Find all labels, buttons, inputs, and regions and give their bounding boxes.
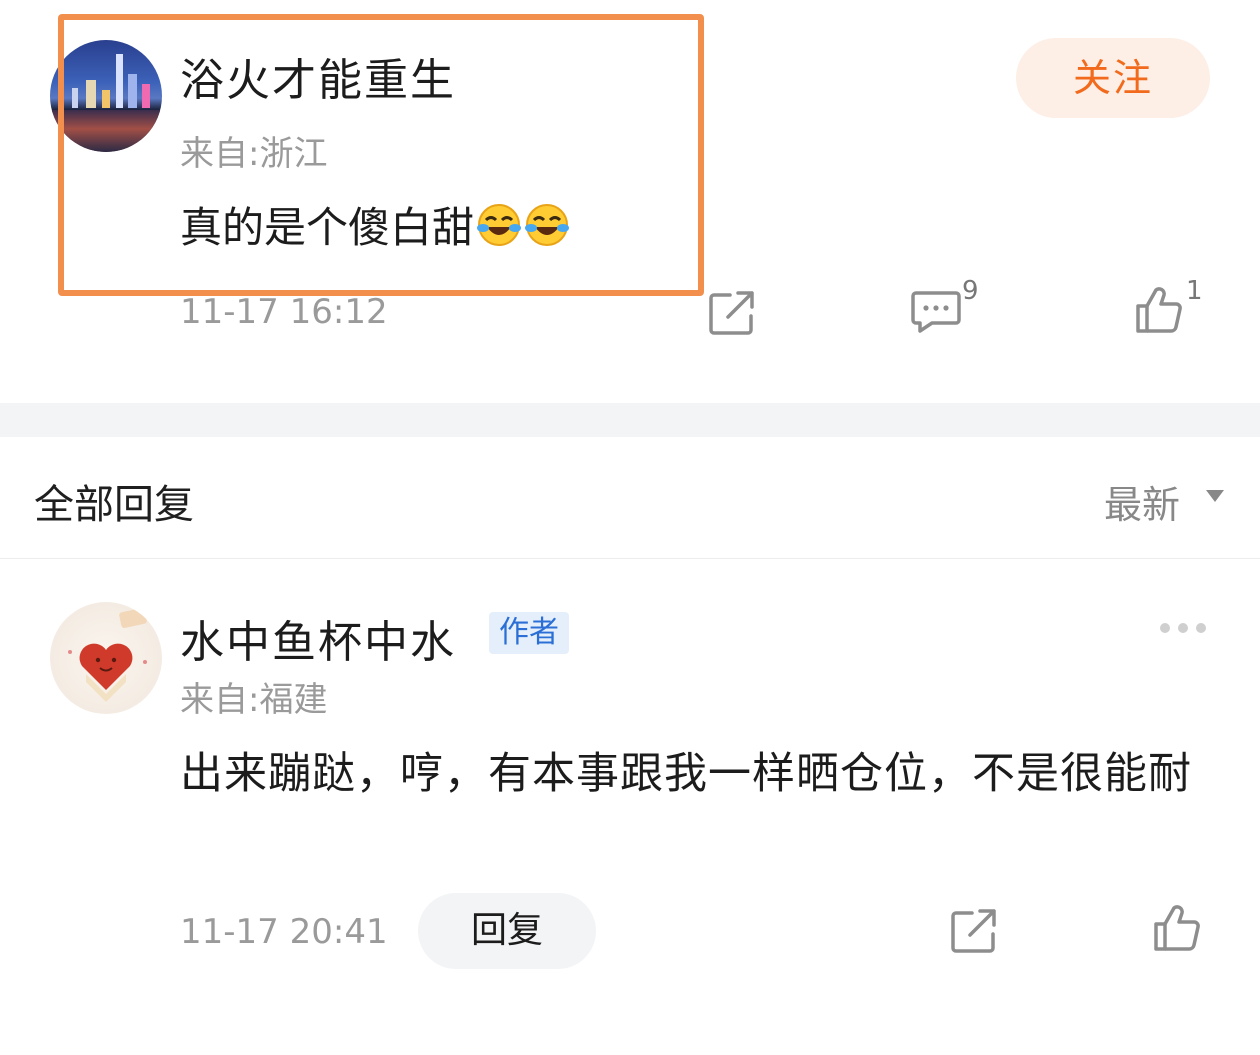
- share-icon[interactable]: [708, 290, 758, 336]
- comment-text-body: 真的是个傻白甜: [180, 203, 475, 252]
- like-icon[interactable]: [1134, 286, 1184, 334]
- avatar[interactable]: [50, 40, 162, 152]
- follow-button[interactable]: 关注: [1016, 38, 1210, 118]
- reply-username[interactable]: 水中鱼杯中水: [180, 606, 456, 670]
- avatar-building: [102, 90, 110, 108]
- share-icon[interactable]: [950, 908, 1000, 954]
- avatar-water: [50, 110, 162, 152]
- comment-username[interactable]: 浴火才能重生: [180, 44, 456, 108]
- heart-icon: [68, 608, 147, 702]
- section-separator: [0, 403, 1260, 437]
- reply-timestamp: 11-17 20:41: [180, 912, 388, 952]
- avatar-building: [128, 74, 137, 108]
- reply-avatar[interactable]: [50, 602, 162, 714]
- caret-down-icon[interactable]: [1204, 488, 1226, 504]
- avatar-building: [72, 88, 78, 108]
- author-badge: 作者: [489, 612, 569, 654]
- comment-like-count: 1: [1186, 276, 1203, 306]
- comment-reply-count: 9: [962, 276, 979, 306]
- reply-button[interactable]: 回复: [418, 893, 596, 969]
- comment-text: 真的是个傻白甜: [180, 194, 570, 255]
- comment-icon[interactable]: [910, 290, 962, 334]
- all-replies-title: 全部回复: [34, 482, 194, 528]
- avatar-building: [142, 84, 150, 108]
- comment-origin: 来自:浙江: [180, 134, 328, 174]
- laughing-crying-emoji-icon: [477, 204, 522, 246]
- comment-timestamp: 11-17 16:12: [180, 292, 388, 332]
- laughing-crying-emoji-icon: [525, 204, 570, 246]
- like-icon[interactable]: [1152, 904, 1202, 952]
- sort-dropdown[interactable]: 最新: [1104, 474, 1180, 529]
- avatar-building: [86, 80, 96, 108]
- reply-origin: 来自:福建: [180, 680, 328, 720]
- more-options-icon[interactable]: [1158, 620, 1208, 636]
- reply-text: 出来蹦跶，哼，有本事跟我一样晒仓位，不是很能耐: [180, 749, 1192, 799]
- avatar-building: [116, 54, 123, 108]
- divider: [0, 558, 1260, 559]
